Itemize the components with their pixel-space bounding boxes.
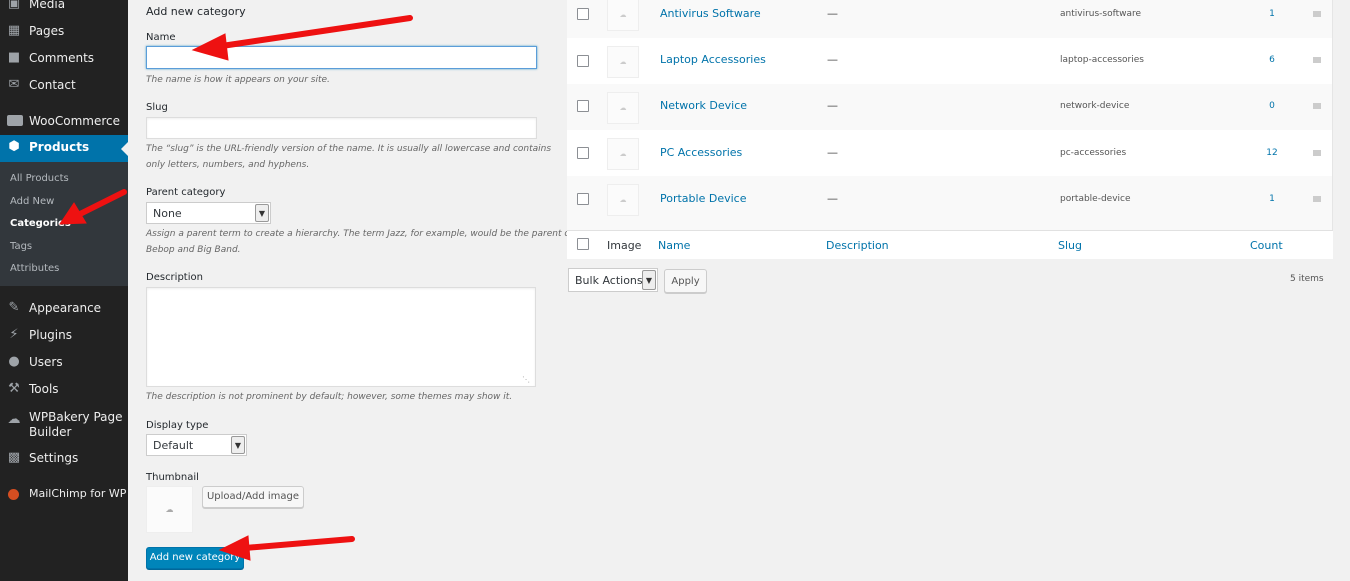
annotation-arrows [59,15,413,561]
arrow-head-icon [218,535,251,561]
annotation-arrow-categories [75,189,127,218]
annotation-arrow-submit [242,536,355,551]
arrow-head-icon [191,33,229,61]
annotation-arrow-name [212,15,413,50]
